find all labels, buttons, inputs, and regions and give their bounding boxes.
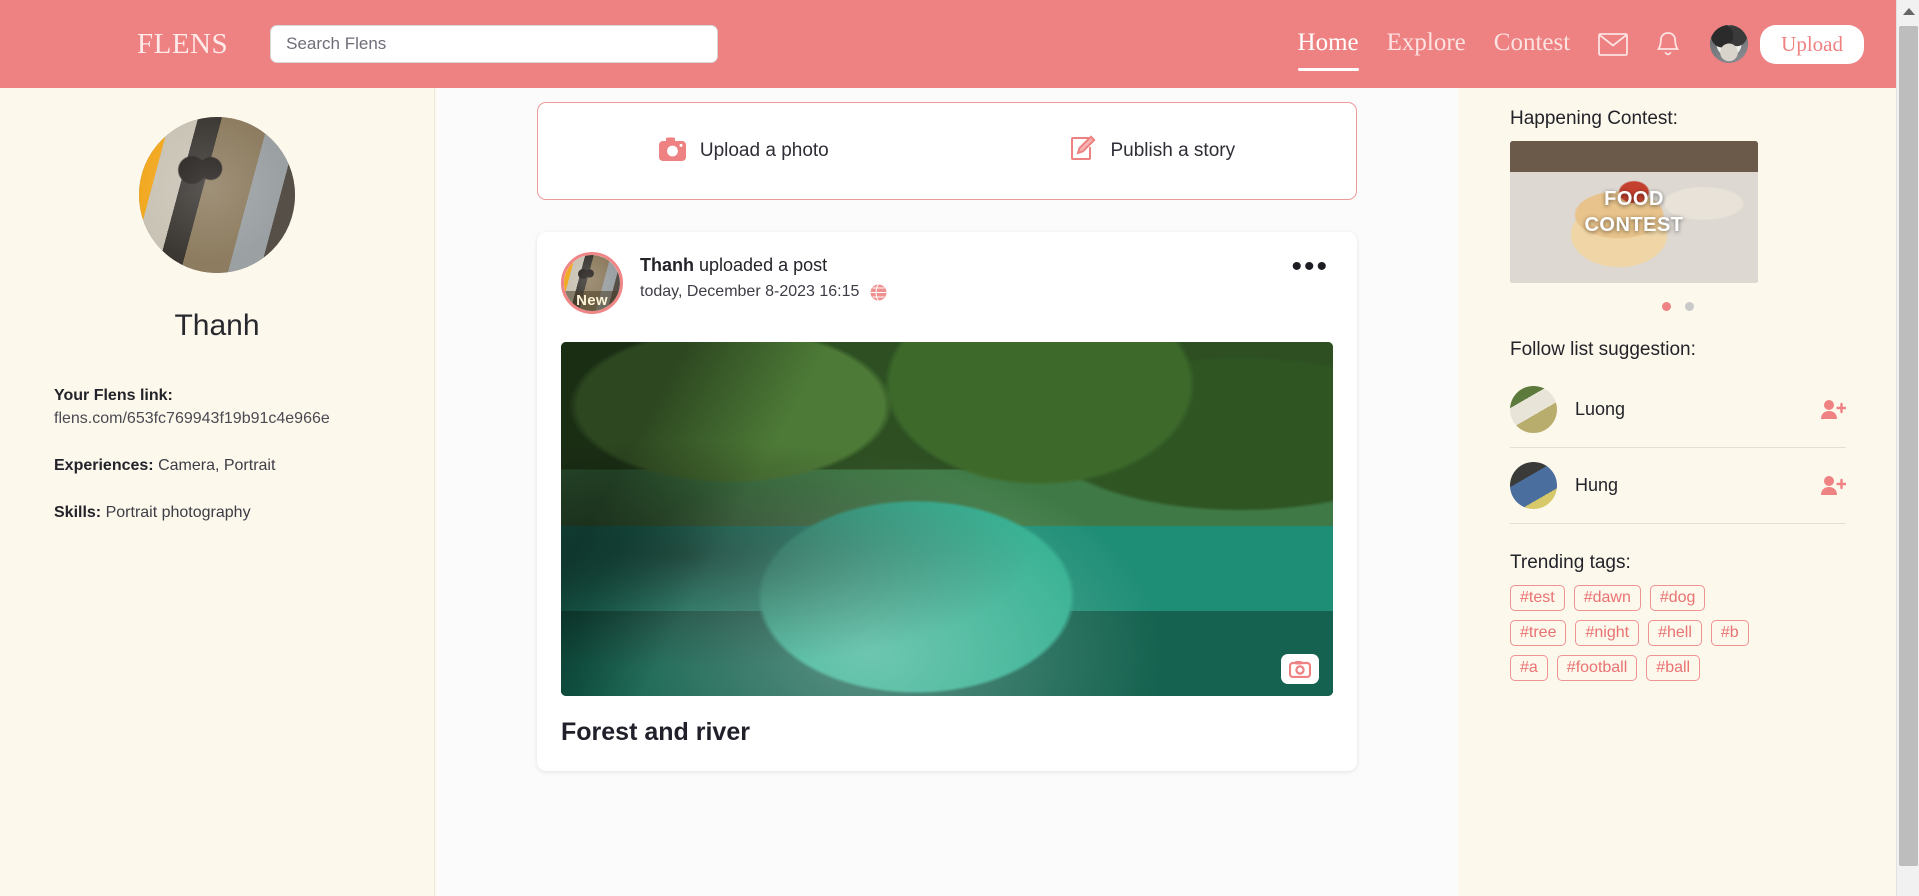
tag-chip[interactable]: #night <box>1575 620 1640 646</box>
camera-icon <box>658 137 686 166</box>
post-photo[interactable] <box>561 342 1333 696</box>
vertical-scrollbar[interactable] <box>1896 0 1919 896</box>
post-composer: Upload a photo Publish a story <box>537 102 1357 200</box>
contest-banner-line1: FOOD <box>1604 188 1664 210</box>
tags-heading: Trending tags: <box>1510 552 1631 573</box>
post-photo-title: Forest and river <box>561 718 750 746</box>
post-header: New Thanh uploaded a post today, Decembe… <box>561 252 1333 314</box>
upload-photo-label: Upload a photo <box>699 140 829 161</box>
top-header: FLENS Home Explore Contest <box>0 0 1896 88</box>
right-sidebar: Happening Contest: FOOD CONTEST Follow l… <box>1458 88 1896 896</box>
scrollbar-thumb[interactable] <box>1899 26 1918 866</box>
profile-meta: Your Flens link: flens.com/653fc769943f1… <box>54 387 374 526</box>
contest-banner-line2: CONTEST <box>1584 214 1684 236</box>
tag-chip[interactable]: #tree <box>1510 620 1567 646</box>
tag-chip[interactable]: #test <box>1510 585 1565 611</box>
avatar[interactable] <box>1710 25 1749 63</box>
carousel-dot-2[interactable] <box>1685 302 1694 311</box>
contest-heading: Happening Contest: <box>1510 108 1678 129</box>
pencil-edit-icon <box>1070 135 1097 167</box>
main-nav: Home Explore Contest Upload <box>1284 24 1878 71</box>
feed-column: Upload a photo Publish a story New Thanh… <box>436 88 1458 896</box>
experiences-value: Camera, Portrait <box>158 457 276 474</box>
app-root: FLENS Home Explore Contest <box>0 0 1919 896</box>
skills-label: Skills: <box>54 504 102 521</box>
skills-value: Portrait photography <box>105 504 251 521</box>
follow-avatar-image <box>1510 386 1557 433</box>
post-header-text: Thanh uploaded a post today, December 8-… <box>640 252 887 301</box>
page-body: Thanh Your Flens link: flens.com/653fc76… <box>0 88 1896 896</box>
post-action-text: uploaded a post <box>694 255 828 275</box>
post-author-name[interactable]: Thanh <box>640 255 694 275</box>
contest-banner[interactable]: FOOD CONTEST <box>1510 141 1758 283</box>
photo-type-camera-icon[interactable] <box>1281 654 1319 684</box>
person-add-icon[interactable] <box>1820 475 1846 496</box>
globe-icon <box>870 283 887 301</box>
post-timestamp: today, December 8-2023 16:15 <box>640 283 860 300</box>
avatar-image <box>1710 25 1749 63</box>
list-item[interactable]: Luong <box>1510 372 1846 448</box>
search-container <box>270 25 719 63</box>
follow-avatar[interactable] <box>1510 462 1557 509</box>
envelope-icon[interactable] <box>1598 32 1629 56</box>
brand-logo[interactable]: FLENS <box>137 28 228 61</box>
carousel-dot-1[interactable] <box>1662 302 1671 311</box>
follow-heading: Follow list suggestion: <box>1510 339 1696 360</box>
right-sidebar-content: Happening Contest: FOOD CONTEST Follow l… <box>1458 88 1896 681</box>
profile-avatar-image <box>139 117 295 273</box>
nav-item-explore[interactable]: Explore <box>1387 29 1466 60</box>
contest-banner-text: FOOD CONTEST <box>1510 141 1758 283</box>
experiences-label: Experiences: <box>54 457 154 474</box>
tag-chip[interactable]: #dog <box>1649 585 1706 611</box>
ellipsis-icon[interactable]: ••• <box>1287 252 1333 282</box>
nav-item-contest[interactable]: Contest <box>1494 29 1570 60</box>
carousel-dots <box>1510 302 1846 311</box>
nav-item-home[interactable]: Home <box>1297 29 1359 71</box>
follow-avatar[interactable] <box>1510 386 1557 433</box>
tag-chip[interactable]: #b <box>1710 620 1749 646</box>
tag-chip[interactable]: #hell <box>1648 620 1702 646</box>
tag-list: #test #dawn #dog #tree #night #hell #b #… <box>1510 585 1755 681</box>
upload-photo-action[interactable]: Upload a photo <box>658 137 829 166</box>
tag-chip[interactable]: #ball <box>1646 655 1701 681</box>
list-item[interactable]: Hung <box>1510 448 1846 524</box>
follow-name: Luong <box>1575 399 1626 419</box>
post-timestamp-row: today, December 8-2023 16:15 <box>640 283 887 301</box>
flens-link-label: Your Flens link: <box>54 387 173 404</box>
tag-chip[interactable]: #a <box>1510 655 1548 681</box>
post-card: New Thanh uploaded a post today, Decembe… <box>537 232 1357 771</box>
flens-link-value[interactable]: flens.com/653fc769943f19b91c4e966e <box>54 405 374 432</box>
new-badge: New <box>564 291 620 311</box>
follow-name: Hung <box>1575 475 1619 495</box>
person-add-icon[interactable] <box>1820 399 1846 420</box>
post-author-line: Thanh uploaded a post <box>640 255 887 276</box>
follow-avatar-image <box>1510 462 1557 509</box>
tag-chip[interactable]: #dawn <box>1573 585 1641 611</box>
experiences-block: Experiences: Camera, Portrait <box>54 453 374 479</box>
profile-sidebar: Thanh Your Flens link: flens.com/653fc76… <box>0 88 435 896</box>
follow-section: Follow list suggestion: Luong Hung <box>1510 339 1846 524</box>
post-photo-image <box>561 342 1333 696</box>
upload-button[interactable]: Upload <box>1760 24 1864 64</box>
triangle-up-icon[interactable] <box>1897 0 1919 23</box>
profile-name: Thanh <box>174 309 260 342</box>
publish-story-label: Publish a story <box>1110 140 1236 161</box>
search-input[interactable] <box>270 25 719 63</box>
publish-story-action[interactable]: Publish a story <box>1070 135 1235 167</box>
flens-link-block: Your Flens link: flens.com/653fc769943f1… <box>54 387 374 432</box>
post-author-avatar[interactable]: New <box>561 252 623 314</box>
tag-chip[interactable]: #football <box>1556 655 1638 681</box>
skills-block: Skills: Portrait photography <box>54 500 374 526</box>
profile-avatar[interactable] <box>139 117 295 273</box>
trending-tags-section: Trending tags: #test #dawn #dog #tree #n… <box>1510 552 1846 681</box>
bell-icon[interactable] <box>1656 31 1680 58</box>
